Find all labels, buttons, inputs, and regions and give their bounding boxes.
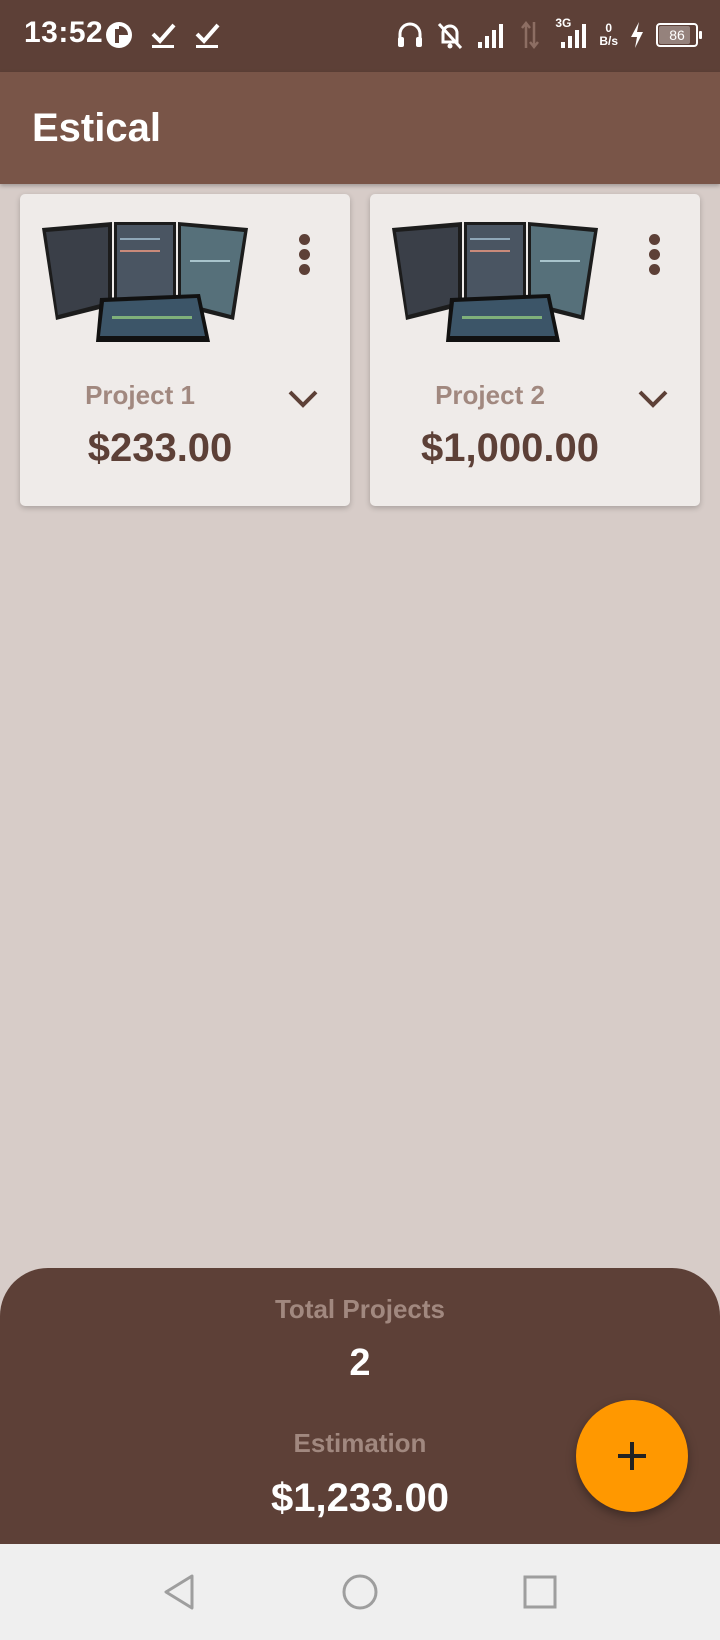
more-options-button[interactable] xyxy=(282,234,326,286)
home-icon[interactable] xyxy=(340,1572,380,1612)
battery-icon: 86 xyxy=(656,23,702,47)
bell-off-icon xyxy=(438,22,463,50)
more-options-button[interactable] xyxy=(632,234,676,286)
add-project-button[interactable] xyxy=(576,1400,688,1512)
project-name: Project 1 xyxy=(85,380,195,410)
check-icon xyxy=(195,23,220,48)
project-name: Project 2 xyxy=(435,380,545,410)
data-arrows-icon xyxy=(521,20,540,50)
project-thumbnail xyxy=(392,222,598,342)
recents-icon[interactable] xyxy=(520,1572,560,1612)
charging-icon xyxy=(631,22,643,48)
signal-3g-icon: 3G xyxy=(555,16,589,52)
total-projects-value: 2 xyxy=(349,1342,371,1384)
app-bar: Estical xyxy=(0,72,720,184)
app-title: Estical xyxy=(32,106,161,150)
chevron-down-icon[interactable] xyxy=(636,388,670,412)
system-nav-bar xyxy=(0,1544,720,1640)
project-card[interactable]: Project 1 $233.00 xyxy=(20,194,350,506)
project-thumbnail xyxy=(42,222,248,342)
back-icon[interactable] xyxy=(160,1572,200,1612)
net-speed: 0 B/s xyxy=(599,21,618,48)
project-grid: Project 1 $233.00 Project 2 $1,000.00 xyxy=(20,194,700,506)
status-time: 13:52 xyxy=(24,16,104,49)
pie-app-icon xyxy=(106,22,132,48)
project-price: $1,000.00 xyxy=(421,426,599,470)
chevron-down-icon[interactable] xyxy=(286,388,320,412)
check-icon xyxy=(151,23,176,48)
battery-level: 86 xyxy=(669,27,685,43)
total-projects-label: Total Projects xyxy=(274,1294,445,1324)
more-vert-icon xyxy=(298,234,310,245)
project-card[interactable]: Project 2 $1,000.00 xyxy=(370,194,700,506)
more-vert-icon xyxy=(648,234,660,245)
headset-icon xyxy=(398,22,423,47)
status-bar: 13:52 3G 0 B/s 86 xyxy=(0,0,720,72)
project-price: $233.00 xyxy=(87,426,233,470)
plus-icon xyxy=(618,1442,646,1470)
signal-icon xyxy=(478,24,504,48)
